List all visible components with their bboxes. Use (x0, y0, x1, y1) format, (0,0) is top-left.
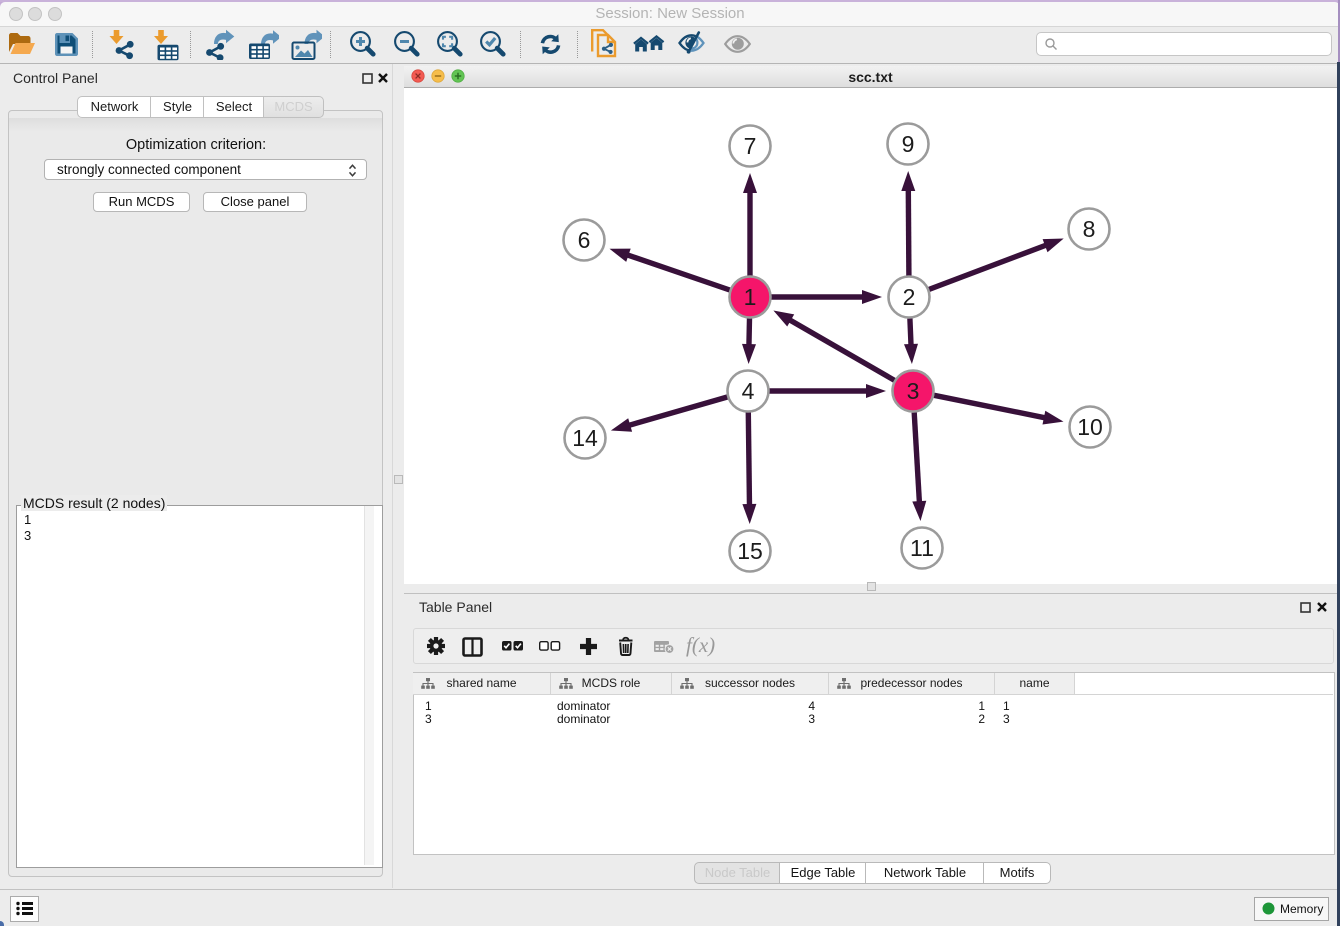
svg-text:11: 11 (910, 535, 934, 561)
svg-text:8: 8 (1083, 216, 1096, 242)
svg-text:15: 15 (737, 538, 763, 564)
svg-text:2: 2 (903, 284, 916, 310)
svg-text:4: 4 (742, 378, 755, 404)
svg-text:14: 14 (572, 425, 598, 451)
svg-text:3: 3 (907, 378, 920, 404)
svg-text:10: 10 (1077, 414, 1103, 440)
svg-text:6: 6 (578, 227, 591, 253)
svg-text:9: 9 (902, 131, 915, 157)
svg-text:1: 1 (744, 284, 757, 310)
svg-text:7: 7 (744, 133, 757, 159)
